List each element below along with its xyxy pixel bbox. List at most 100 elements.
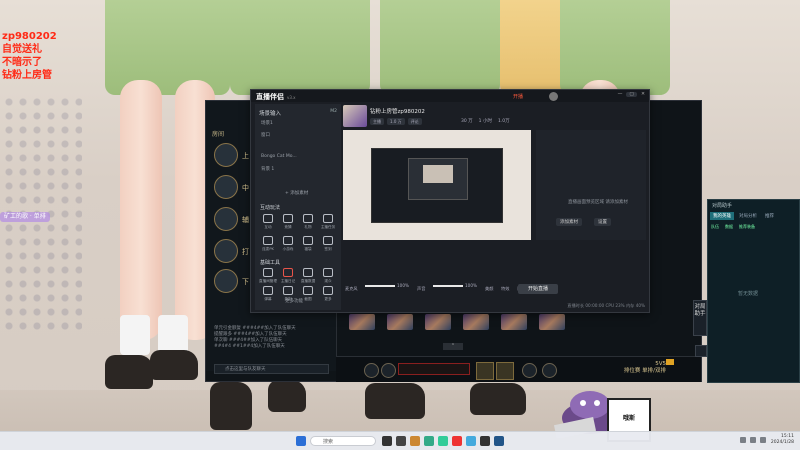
teammate-avatar[interactable] <box>214 175 238 199</box>
live-status-button[interactable]: 开播 <box>513 93 523 100</box>
empty-state: 暂无数据 <box>738 291 759 297</box>
edit-icon[interactable] <box>381 363 396 378</box>
tool-button[interactable]: 直播数据 <box>299 268 317 284</box>
champion-strip <box>341 314 577 330</box>
source-item[interactable]: 窗口 <box>261 132 270 138</box>
avatar[interactable] <box>549 92 558 101</box>
tool-button[interactable]: 主播任务 <box>319 214 337 230</box>
shoe-shape <box>365 383 425 419</box>
skin-select[interactable] <box>398 363 470 375</box>
source-item[interactable]: 背景 1 <box>261 166 274 172</box>
champion-portrait[interactable] <box>463 314 489 330</box>
system-tray <box>740 437 766 443</box>
expand-icon[interactable] <box>695 345 707 357</box>
match-assistant-handle[interactable]: 对局助手 <box>693 300 707 336</box>
wifi-icon[interactable] <box>740 437 746 443</box>
add-source-button[interactable]: + 添加素材 <box>285 190 308 196</box>
app-icon[interactable] <box>382 436 392 446</box>
sound-volume-slider[interactable] <box>433 285 463 287</box>
scene-name[interactable]: 场景1 <box>261 120 273 126</box>
app-icon[interactable] <box>466 436 476 446</box>
game-bottom-bar: 5V5 排位赛 单排/双排 <box>336 356 701 382</box>
shoe-shape <box>210 382 252 430</box>
battery-icon[interactable] <box>760 437 766 443</box>
room-title[interactable]: 钻粉上房管zp980202 <box>370 107 425 115</box>
teammate-avatar[interactable] <box>214 207 238 231</box>
vs-label: 5V5 <box>655 361 666 367</box>
tool-button[interactable]: 小游戏 <box>279 236 297 252</box>
tool-button[interactable]: 竞猜 <box>279 214 297 230</box>
app-icon[interactable] <box>480 436 490 446</box>
tool-button[interactable]: 弹幕 <box>259 286 277 302</box>
teammate-avatar[interactable] <box>214 239 238 263</box>
stream-preview[interactable] <box>343 130 531 240</box>
subtab[interactable]: 队伍 <box>711 224 719 230</box>
chat-line: ##4#4 ##1##4加入了队伍聊天 <box>214 344 285 349</box>
tool-button[interactable]: 互动 <box>259 214 277 230</box>
teammate-avatar[interactable] <box>214 269 238 293</box>
app-icon[interactable] <box>396 436 406 446</box>
app-name: 直播伴侣 <box>256 93 284 101</box>
helper-subtabs: 队伍 数据 推荐装备 <box>711 224 755 230</box>
close-icon[interactable]: ✕ <box>641 92 645 97</box>
room-cover-image[interactable] <box>343 105 367 127</box>
tab-my-hero[interactable]: 我的英雄 <box>710 212 734 220</box>
beauty-button[interactable]: 美颜 <box>485 286 493 292</box>
tool-icon <box>283 236 293 245</box>
tool-button[interactable]: 连麦PK <box>259 236 277 252</box>
tool-label: 互动 <box>264 225 272 229</box>
subtab[interactable]: 数据 <box>725 224 733 230</box>
assistant-titlebar: 直播伴侣 v3.x 开播 — ▢ ✕ <box>251 90 649 102</box>
stream-overlay-text: zp980202 自觉送礼 不暗示了 钻粉上房管 <box>2 30 57 82</box>
tool-button[interactable]: 礼物 <box>299 214 317 230</box>
skirt-shape <box>230 0 370 95</box>
collapse-button[interactable]: ⌃ <box>443 343 463 350</box>
taskbar-search[interactable]: 搜索 <box>310 436 376 446</box>
clock[interactable]: 15:11 2024/1/28 <box>771 434 794 446</box>
pane-settings-button[interactable]: 设置 <box>594 218 611 226</box>
maximize-icon[interactable]: ▢ <box>626 92 637 97</box>
add-material-button[interactable]: 添加素材 <box>556 218 582 226</box>
lobby-header: 房间 <box>212 131 225 138</box>
timer-icon[interactable] <box>542 363 557 378</box>
app-icon[interactable] <box>452 436 462 446</box>
shoe-shape <box>150 350 198 380</box>
start-live-button[interactable]: 开始直播 <box>518 284 558 294</box>
champion-portrait[interactable] <box>387 314 413 330</box>
spell-slot-icon[interactable] <box>496 362 514 380</box>
rune-icon[interactable] <box>522 363 537 378</box>
source-item[interactable]: Bongo Cat Mo... <box>261 154 297 159</box>
app-icon[interactable] <box>424 436 434 446</box>
app-icon[interactable] <box>410 436 420 446</box>
more-tools-button[interactable]: 更多功能 <box>285 298 303 304</box>
app-icon[interactable] <box>438 436 448 446</box>
champion-portrait[interactable] <box>501 314 527 330</box>
effects-button[interactable]: 特效 <box>501 286 509 292</box>
champion-portrait[interactable] <box>539 314 565 330</box>
tool-button[interactable]: 直播间管理 <box>259 268 277 284</box>
volume-icon[interactable] <box>750 437 756 443</box>
settings-icon[interactable] <box>364 363 379 378</box>
scene-panel: 场景输入 M2 场景1 窗口 Bongo Cat Mo... 背景 1 + 添加… <box>255 104 341 310</box>
teammate-avatar[interactable] <box>214 143 238 167</box>
tool-button[interactable]: 签到 <box>319 236 337 252</box>
tool-button[interactable]: 福袋 <box>299 236 317 252</box>
tool-icon <box>283 214 293 223</box>
tab-recommend[interactable]: 推荐 <box>762 212 777 220</box>
tool-button[interactable]: 主播日记 <box>279 268 297 284</box>
badge-text: 哦斯 <box>622 415 635 422</box>
champion-portrait[interactable] <box>349 314 375 330</box>
start-icon[interactable] <box>296 436 306 446</box>
spell-slot-icon[interactable] <box>476 362 494 380</box>
app-icon[interactable] <box>494 436 504 446</box>
mic-volume-slider[interactable] <box>365 285 395 287</box>
minimize-icon[interactable]: — <box>618 92 623 97</box>
tool-label: 主播日记 <box>280 279 296 283</box>
chat-input[interactable]: 点击这里与队友聊天 <box>214 364 329 374</box>
tool-button[interactable]: 更多 <box>319 286 337 302</box>
tool-icon <box>263 214 273 223</box>
champion-portrait[interactable] <box>425 314 451 330</box>
subtab[interactable]: 推荐装备 <box>739 224 755 230</box>
tab-analysis[interactable]: 对局分析 <box>736 212 760 220</box>
tool-button[interactable]: 观众 <box>319 268 337 284</box>
